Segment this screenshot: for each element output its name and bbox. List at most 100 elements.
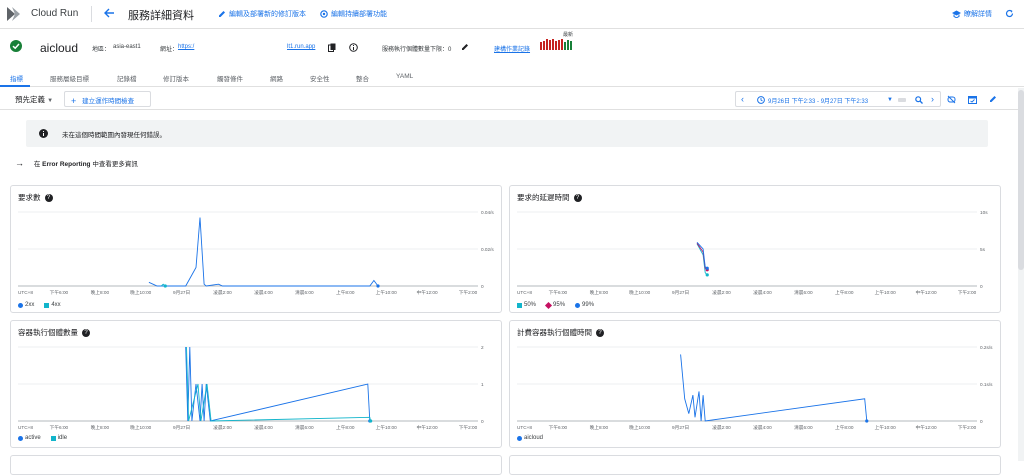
container-instance-count-chart[interactable]: 2 1 0 UTC+8 下午6:00 晚上8:00 晚上10:00 9月27日 凌晨2:00 凌晨… [11,321,501,449]
x-tick-label: 上午8:00 [336,424,355,431]
series-point[interactable] [369,419,373,423]
x-tick-label: 中午12:00 [417,424,438,431]
active-tab-indicator [0,85,30,87]
x-tick-label: 晚上10:00 [130,289,151,296]
x-tick-label: 中午12:00 [916,289,937,296]
brand-name[interactable]: Cloud Run [31,8,78,19]
chevron-right-icon[interactable]: › [931,95,934,104]
cloud-run-logo-icon[interactable] [7,7,23,21]
time-range-picker[interactable]: ‹ 9月26日 下午2:33 - 9月27日 下午2:33 ▼ › [735,91,941,107]
x-tick-label: 凌晨2:00 [712,289,731,296]
preset-dropdown[interactable]: 預先定義 ▼ [15,94,53,105]
check-circle-icon [10,40,22,52]
refresh-icon[interactable] [1005,9,1014,18]
time-range-clear-icon[interactable] [898,98,906,102]
legend-item[interactable]: 2xx [18,302,34,308]
create-uptime-check-button[interactable]: + 建立運作時間檢查 [64,91,151,107]
scrollbar-thumb[interactable] [1018,90,1024,270]
series-point[interactable] [705,273,709,277]
metrics-toolbar: 預先定義 ▼ + 建立運作時間檢查 ‹ 9月26日 下午2:33 - 9月27日… [0,88,1018,110]
tab-security[interactable]: 安全性 [310,73,330,83]
tab-triggers[interactable]: 觸發條件 [217,73,243,83]
x-tick-label: 晚上8:00 [590,424,609,431]
zoom-search-icon[interactable] [915,96,923,104]
legend-item[interactable]: 4xx [44,302,61,308]
legend-label: idle [57,435,68,441]
tab-logs[interactable]: 記錄檔 [117,73,137,83]
x-tick-label: 上午8:00 [835,424,854,431]
legend-item[interactable]: 99% [575,302,594,308]
series-point[interactable] [376,284,380,288]
link-off-icon[interactable] [947,95,956,104]
series-line-2xx[interactable] [148,217,379,287]
x-tick-label: 凌晨4:00 [753,424,772,431]
billable-instance-time-chart[interactable]: 0.2s/s 0.1s/s 0 UTC+8 下午6:00 晚上8:00 晚上10:00 9月2… [510,321,1000,449]
requests-chart[interactable]: 0.04/s 0.02/s 0 UTC+8 下午6:00 晚上8:00 晚上10:00 9月2… [11,186,501,314]
domain-link[interactable]: lt1.run.app [287,44,315,50]
back-arrow-icon[interactable] [103,7,115,19]
legend-label: aicloud [524,435,544,441]
plus-icon: + [71,96,77,106]
legend-item[interactable]: active [18,435,41,441]
x-tick-label: 9月27日 [173,290,190,296]
legend-item[interactable]: 95% [544,301,566,309]
x-tick-label: 凌晨4:00 [254,289,273,296]
x-tick-label: UTC+8 [18,425,33,430]
tab-slo[interactable]: 服務層級目標 [50,73,89,83]
url-link[interactable]: https:/ [178,44,194,50]
tab-revisions[interactable]: 修訂版本 [163,73,189,83]
series-point[interactable] [865,419,869,423]
service-header: aicloud 地區： asia-east1 網址： https:/ lt1.r… [0,29,1024,67]
x-tick-label: 清晨6:00 [794,289,813,296]
time-range-label: 9月26日 下午2:33 - 9月27日 下午2:33 [768,99,869,105]
vertical-scrollbar[interactable] [1018,88,1024,461]
request-latency-chart[interactable]: 10s 5s 0 UTC+8 下午6:00 晚上8:00 晚上10:00 9月27日 凌晨2:0… [510,186,1000,314]
page-title: 服務詳細資料 [128,10,194,22]
calendar-icon[interactable] [968,95,977,104]
preset-label: 預先定義 [15,95,45,104]
tab-networking[interactable]: 網路 [270,73,283,83]
series-point[interactable] [163,284,167,288]
x-tick-label: 清晨6:00 [295,289,314,296]
series-point[interactable] [705,266,709,270]
x-tick-label: 下午6:00 [50,424,69,431]
info-icon[interactable] [349,43,358,52]
x-tick-label: 上午10:00 [875,289,896,296]
legend-item[interactable]: 50% [517,302,536,308]
edit-deploy-button[interactable]: 編輯及部署新的修訂版本 [218,9,306,19]
edit-pencil-icon[interactable] [461,43,469,51]
legend-label: active [25,435,41,441]
error-reporting-link[interactable]: → 在 Error Reporting 中查看更多資訊 [15,158,138,168]
tab-metrics[interactable]: 指標 [10,73,23,83]
time-range-dropdown-icon[interactable]: ▼ [887,97,893,103]
series-line-aicloud[interactable] [680,354,868,422]
next-chart-card [10,455,502,475]
edit-continuous-deploy-button[interactable]: 編輯持續部署功能 [320,9,387,19]
build-history-link[interactable]: 建構作業記錄 [494,44,530,53]
no-errors-text: 未在這個時間範圍內發現任何錯誤。 [62,132,166,139]
x-tick-label: 晚上10:00 [629,289,650,296]
y-tick-label: 0.02/s [481,247,494,252]
legend-label: 50% [524,302,537,308]
legend-item[interactable]: idle [50,435,68,441]
learn-more-button[interactable]: 瞭解詳情 [952,9,992,19]
edit-continuous-deploy-label: 編輯持續部署功能 [331,11,387,18]
requests-chart-card: 要求數? 0.04/s 0.02/s 0 UTC+8 下午6:00 晚上8:00 晚上10:… [10,185,502,313]
school-icon [952,10,961,18]
edit-dashboard-pencil-icon[interactable] [989,95,997,103]
x-tick-label: 中午12:00 [417,289,438,296]
y-tick-label: 0.04/s [481,210,494,215]
tab-integrations[interactable]: 整合 [356,73,369,83]
y-tick-label: 5s [980,247,986,252]
x-tick-label: 晚上10:00 [130,424,151,431]
deploy-icon [320,10,328,18]
billable-instance-time-chart-card: 計費容器執行個體時間? 0.2s/s 0.1s/s 0 UTC+8 下午6:00 晚上8:… [509,320,1001,448]
tab-yaml[interactable]: YAML [396,73,413,80]
copy-icon[interactable] [328,43,336,52]
chevron-left-icon[interactable]: ‹ [741,95,744,104]
legend-label: 95% [553,302,566,308]
build-status-sparkline[interactable] [540,38,574,50]
edit-deploy-label: 編輯及部署新的修訂版本 [229,11,306,18]
legend-label: 99% [582,302,595,308]
legend-item[interactable]: aicloud [517,435,543,441]
